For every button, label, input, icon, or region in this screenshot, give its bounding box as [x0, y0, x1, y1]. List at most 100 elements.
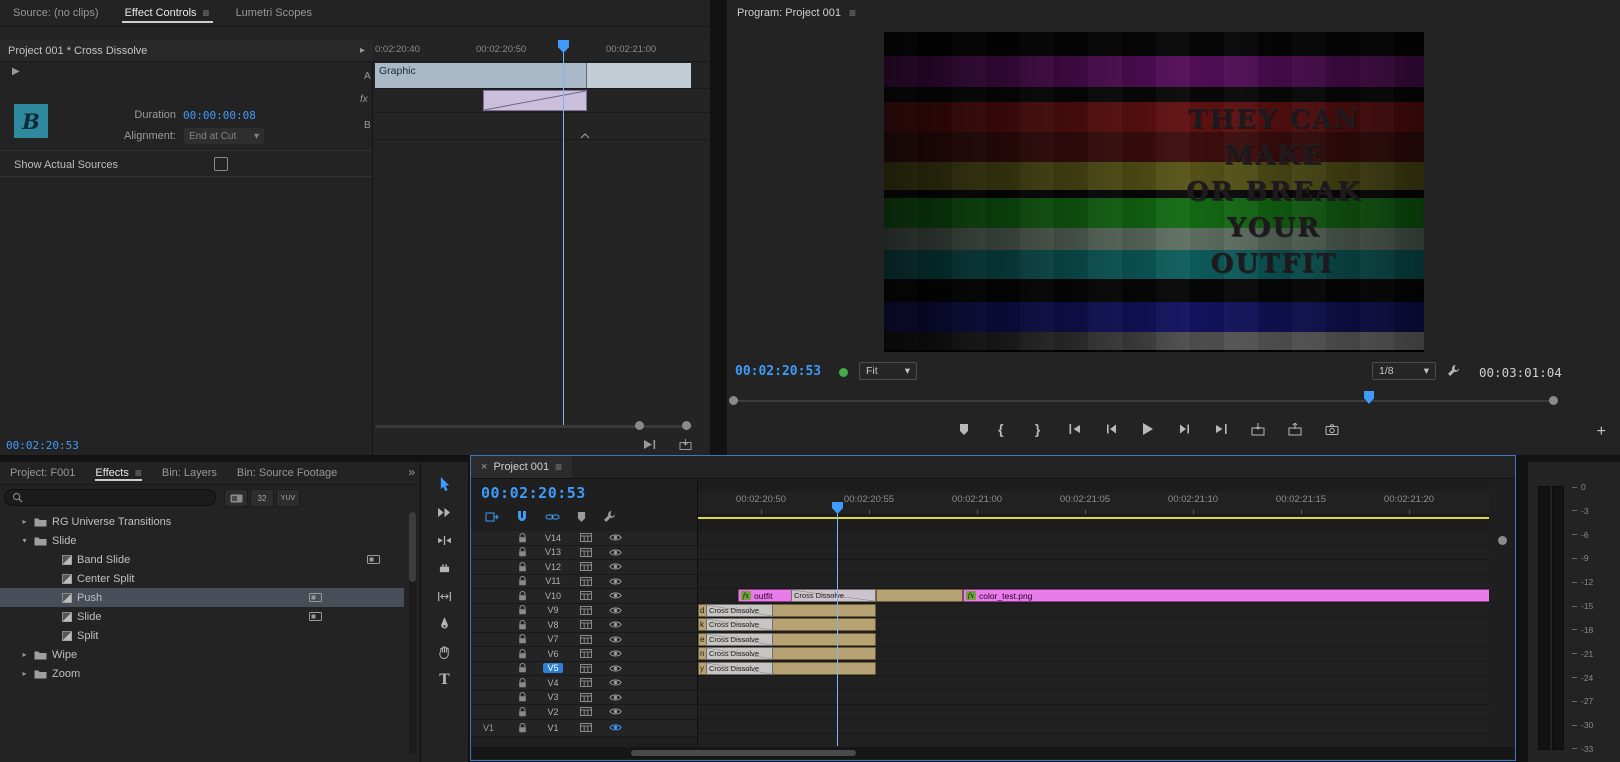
- tree-chevron-icon[interactable]: ▸: [20, 669, 29, 678]
- mark-in-button[interactable]: {: [992, 420, 1010, 438]
- alignment-select[interactable]: End at Cut ▾: [183, 127, 265, 145]
- track-lock-icon[interactable]: [509, 532, 535, 543]
- tree-chevron-icon[interactable]: ▸: [20, 517, 29, 526]
- track-name[interactable]: V8: [535, 620, 571, 630]
- track-output-eye-icon[interactable]: [601, 533, 629, 542]
- sync-lock-icon[interactable]: [571, 634, 601, 644]
- sync-lock-icon[interactable]: [571, 663, 601, 673]
- track-lock-icon[interactable]: [509, 605, 535, 615]
- cross-dissolve-transition[interactable]: Cross Dissolve: [706, 647, 773, 660]
- track-output-eye-icon[interactable]: [601, 723, 629, 732]
- sync-lock-icon[interactable]: [571, 649, 601, 659]
- step-back-button[interactable]: [1102, 420, 1120, 438]
- effects-search[interactable]: [4, 489, 216, 506]
- clip-color-test[interactable]: fx color_test.png: [963, 589, 1489, 602]
- track-lock-icon[interactable]: [509, 576, 535, 586]
- track-output-eye-icon[interactable]: [601, 649, 629, 658]
- accelerated-effects-filter-icon[interactable]: [224, 489, 248, 507]
- program-scrubber[interactable]: [733, 400, 1554, 402]
- track-name[interactable]: V7: [535, 634, 571, 644]
- effects-tree-row[interactable]: Push: [0, 588, 404, 607]
- yuv-filter-badge[interactable]: YUV: [276, 489, 300, 507]
- track-output-eye-icon[interactable]: [601, 562, 629, 571]
- export-icon[interactable]: [679, 439, 692, 450]
- linked-selection-icon[interactable]: [545, 512, 560, 522]
- cross-dissolve-transition[interactable]: Cross Dissolve: [706, 661, 773, 675]
- timeline-ruler[interactable]: 00:02:20:50 00:02:20:55 00:02:21:00 00:02:2…: [698, 492, 1489, 515]
- cross-dissolve-transition[interactable]: Cross Dissolve: [706, 603, 773, 617]
- timeline-settings-wrench-icon[interactable]: [603, 510, 616, 523]
- hand-tool[interactable]: [433, 642, 457, 662]
- work-area-bar[interactable]: [698, 517, 1489, 519]
- duration-value[interactable]: 00:00:00:08: [183, 109, 256, 122]
- timeline-clip[interactable]: [876, 589, 963, 602]
- program-playhead-handle[interactable]: [1364, 391, 1374, 404]
- panel-tab[interactable]: Bin: Layers ≡: [152, 462, 227, 484]
- track-output-eye-icon[interactable]: [601, 591, 629, 600]
- ripple-edit-tool[interactable]: [433, 530, 457, 550]
- sync-lock-icon[interactable]: [571, 678, 601, 688]
- track-lock-icon[interactable]: [509, 547, 535, 557]
- go-to-in-button[interactable]: [1065, 420, 1083, 438]
- tree-scrollbar-thumb[interactable]: [409, 512, 416, 582]
- effects-tree-row[interactable]: Band Slide: [0, 550, 404, 569]
- program-timecode[interactable]: 00:02:20:53: [735, 364, 821, 379]
- playback-resolution-select[interactable]: 1/8 ▾: [1372, 362, 1436, 380]
- track-output-eye-icon[interactable]: [601, 678, 629, 687]
- slip-tool[interactable]: [433, 586, 457, 606]
- tree-chevron-icon[interactable]: ▾: [20, 536, 29, 545]
- track-output-eye-icon[interactable]: [601, 664, 629, 673]
- track-select-forward-tool[interactable]: [433, 502, 457, 522]
- panel-menu-icon[interactable]: ≡: [203, 6, 210, 20]
- show-timeline-view-toggle-icon[interactable]: ▸: [360, 45, 365, 56]
- razor-tool[interactable]: [433, 558, 457, 578]
- effects-tree-row[interactable]: ▸ Zoom: [0, 664, 404, 683]
- sync-lock-icon[interactable]: [571, 723, 601, 732]
- sync-lock-icon[interactable]: [571, 547, 601, 557]
- track-lock-icon[interactable]: [509, 706, 535, 717]
- track-name[interactable]: V11: [535, 576, 571, 586]
- cross-dissolve-transition[interactable]: Cross Dissolve: [791, 589, 876, 602]
- effects-tree-row[interactable]: Center Split: [0, 569, 404, 588]
- sequence-tab[interactable]: × Project 001 ≡: [471, 456, 573, 478]
- panel-tab[interactable]: Source: (no clips) ≡: [0, 0, 112, 26]
- pen-tool[interactable]: [433, 614, 457, 634]
- track-lock-icon[interactable]: [509, 648, 535, 659]
- track-lock-icon[interactable]: [509, 677, 535, 688]
- step-forward-button[interactable]: [1176, 420, 1194, 438]
- track-output-eye-icon[interactable]: [601, 635, 629, 644]
- track-lock-icon[interactable]: [509, 634, 535, 644]
- track-name[interactable]: V10: [535, 591, 571, 601]
- track-lock-icon[interactable]: [509, 663, 535, 673]
- track-name[interactable]: V2: [535, 707, 571, 717]
- mini-ruler[interactable]: 0:02:20:40 00:02:20:50 00:02:21:00: [373, 40, 710, 62]
- track-name[interactable]: V4: [535, 678, 571, 688]
- track-output-eye-icon[interactable]: [601, 606, 629, 615]
- track-name[interactable]: V13: [535, 547, 571, 557]
- track-output-eye-icon[interactable]: [601, 707, 629, 716]
- clip-a-graphic[interactable]: Graphic: [375, 63, 587, 88]
- play-transition-icon[interactable]: [643, 439, 656, 450]
- track-lock-icon[interactable]: [509, 692, 535, 702]
- close-icon[interactable]: ×: [481, 461, 487, 473]
- panel-tab[interactable]: Bin: Source Footage ≡: [227, 462, 347, 484]
- zoom-level-select[interactable]: Fit ▾: [859, 362, 917, 380]
- effects-tree-row[interactable]: ▾ Slide: [0, 531, 404, 550]
- add-marker-icon[interactable]: [577, 511, 586, 523]
- track-lock-icon[interactable]: [509, 722, 535, 733]
- timeline-playhead-line[interactable]: [837, 513, 838, 746]
- play-button[interactable]: [1139, 420, 1157, 438]
- panel-menu-icon[interactable]: ≡: [135, 466, 142, 480]
- effects-tree-row[interactable]: Slide: [0, 607, 404, 626]
- clip-a-outgoing-region[interactable]: [587, 63, 691, 88]
- track-output-eye-icon[interactable]: [601, 577, 629, 586]
- sync-lock-icon[interactable]: [571, 707, 601, 717]
- go-to-out-button[interactable]: [1213, 420, 1231, 438]
- collapse-caret-icon[interactable]: [580, 133, 590, 139]
- tree-scrollbar[interactable]: [409, 512, 416, 754]
- transition-preview[interactable]: B: [14, 104, 48, 138]
- track-name[interactable]: V9: [535, 605, 571, 615]
- panel-tab[interactable]: Effect Controls ≡: [112, 0, 223, 26]
- track-name[interactable]: V12: [535, 562, 571, 572]
- tree-chevron-icon[interactable]: ▸: [20, 650, 29, 659]
